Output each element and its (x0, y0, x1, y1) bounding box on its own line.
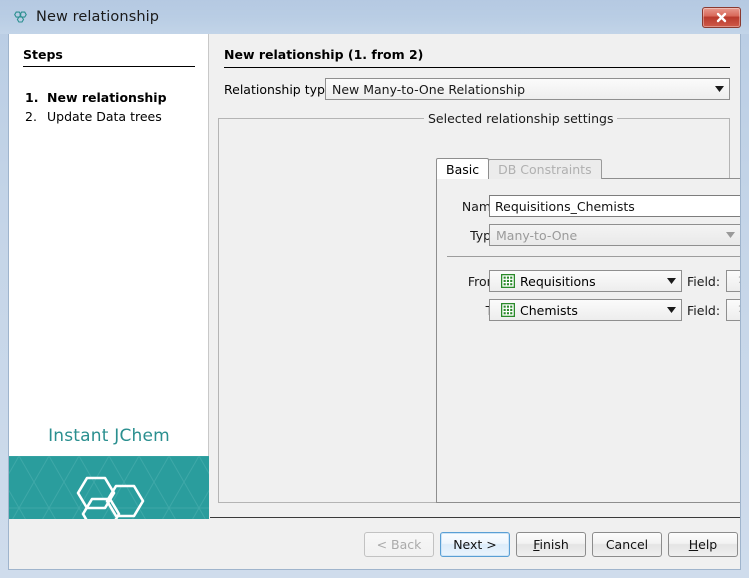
back-button: < Back (364, 532, 434, 557)
to-field-label: Field: (687, 303, 727, 318)
tab-basic-label: Basic (446, 162, 479, 177)
page-title: New relationship (1. from 2) (224, 47, 423, 62)
finish-button-label: Finish (533, 537, 569, 552)
close-icon (715, 11, 728, 24)
from-table-value: Requisitions (520, 274, 596, 289)
next-button[interactable]: Next > (440, 532, 510, 557)
finish-button[interactable]: Finish (516, 532, 586, 557)
relationship-type-value: New Many-to-One Relationship (326, 82, 709, 97)
settings-groupbox-title: Selected relationship settings (424, 111, 617, 126)
from-field-label: Field: (687, 274, 727, 289)
tab-db-constraints-label: DB Constraints (498, 162, 592, 177)
chevron-down-icon (709, 86, 729, 92)
dialog-client-area: Steps 1.New relationship 2.Update Data t… (8, 34, 741, 570)
form-separator (447, 256, 741, 257)
tab-basic[interactable]: Basic (436, 158, 489, 179)
to-table-value: Chemists (520, 303, 578, 318)
chevron-down-icon (661, 278, 681, 284)
svg-text:123: 123 (738, 305, 741, 314)
chevron-down-icon (720, 232, 740, 238)
to-table-select[interactable]: Chemists (489, 299, 682, 321)
sidebar-step-2[interactable]: 2.Update Data trees (25, 109, 162, 124)
sidebar-step-2-number: 2. (25, 109, 47, 124)
help-button-label: Help (689, 537, 718, 552)
steps-divider (23, 66, 195, 67)
sidebar-step-1-label: New relationship (47, 90, 167, 105)
number-123-icon: 123 (738, 303, 741, 317)
relationship-type-label: Relationship type: (224, 82, 337, 97)
svg-text:123: 123 (738, 276, 741, 285)
window-title: New relationship (36, 9, 159, 25)
title-bar[interactable]: New relationship (0, 0, 749, 34)
help-button[interactable]: Help (668, 532, 738, 557)
settings-tabstrip: Basic DB Constraints (436, 158, 741, 179)
page-title-divider (224, 67, 730, 68)
sidebar-step-2-label: Update Data trees (47, 109, 162, 124)
main-panel: New relationship (1. from 2) Relationshi… (210, 34, 741, 518)
table-grid-icon (501, 303, 515, 317)
steps-heading: Steps (23, 47, 63, 62)
from-table-select[interactable]: Requisitions (489, 270, 682, 292)
steps-sidebar: Steps 1.New relationship 2.Update Data t… (9, 34, 209, 518)
chevron-down-icon (661, 307, 681, 313)
table-grid-icon (501, 274, 515, 288)
to-field-select[interactable]: 123 emp_no (726, 299, 741, 321)
close-button[interactable] (702, 7, 741, 28)
sidebar-step-1[interactable]: 1.New relationship (25, 90, 167, 105)
jchem-molecule-icon (12, 9, 29, 26)
type-value: Many-to-One (490, 228, 720, 243)
name-input[interactable]: Requisitions_Chemists (489, 195, 741, 217)
number-123-key-icon: 123 (738, 274, 741, 288)
relationship-type-select[interactable]: New Many-to-One Relationship (325, 78, 730, 100)
from-field-value-wrap: 123 emp_no (727, 274, 741, 289)
back-button-label: < Back (377, 537, 422, 552)
cancel-button[interactable]: Cancel (592, 532, 662, 557)
from-table-value-wrap: Requisitions (490, 274, 661, 289)
tab-db-constraints: DB Constraints (488, 159, 602, 179)
cancel-button-label: Cancel (606, 537, 648, 552)
dialog-button-bar: < Back Next > Finish Cancel Help (9, 519, 741, 569)
from-field-select[interactable]: 123 emp_no (726, 270, 741, 292)
sidebar-step-1-number: 1. (25, 90, 47, 105)
brand-name: Instant JChem (9, 426, 209, 446)
basic-tab-panel: Name: Requisitions_Chemists Type: Many-t… (436, 178, 741, 503)
type-select: Many-to-One (489, 224, 741, 246)
to-field-value-wrap: 123 emp_no (727, 303, 741, 318)
next-button-label: Next > (453, 537, 497, 552)
to-table-value-wrap: Chemists (490, 303, 661, 318)
dialog-window: New relationship Steps 1.New relationshi… (0, 0, 749, 578)
